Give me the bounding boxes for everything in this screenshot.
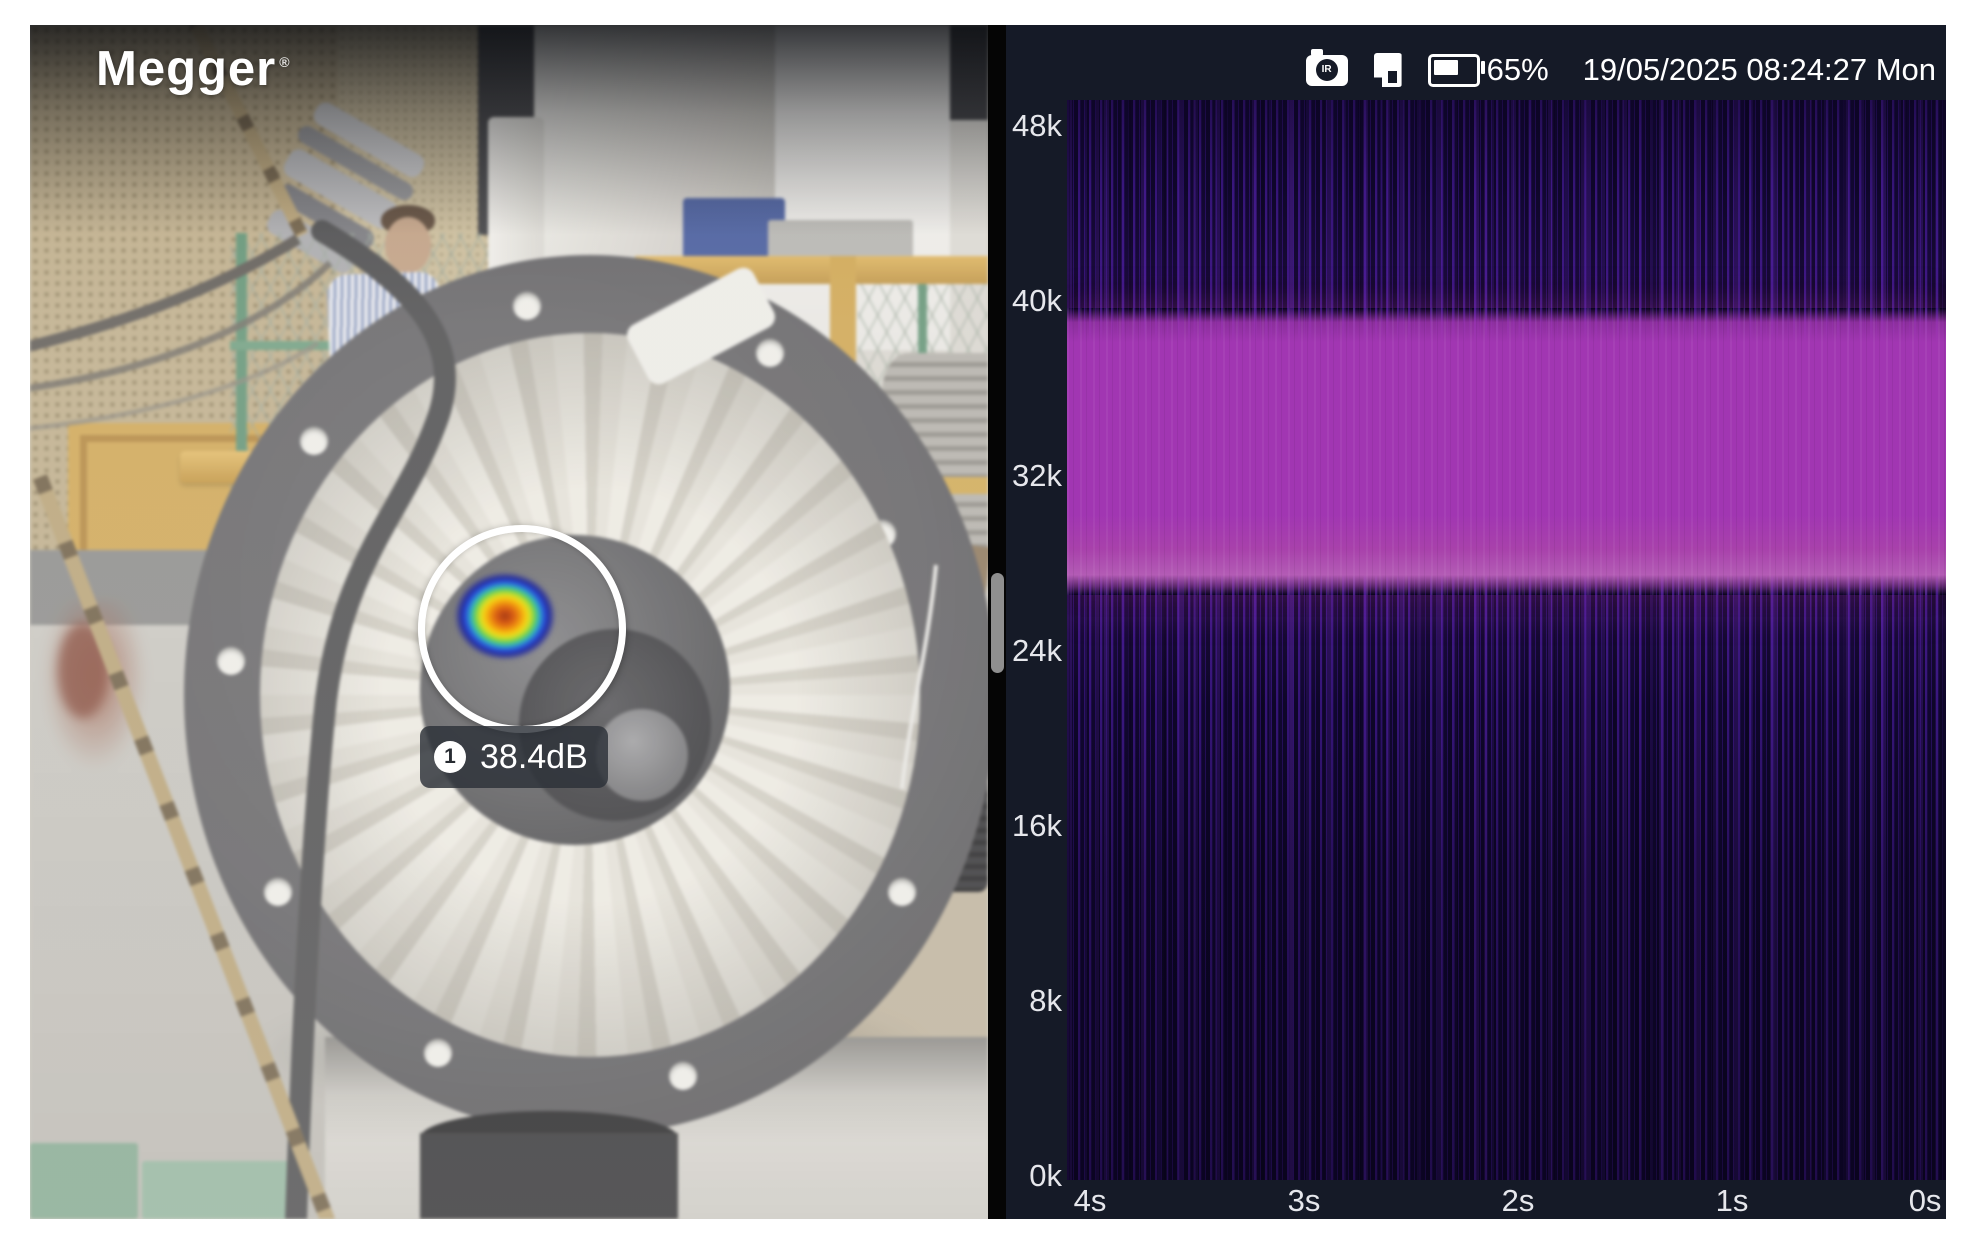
battery-fill xyxy=(1434,60,1458,75)
intensity-shading xyxy=(1067,100,1946,1180)
spectrogram-plot[interactable] xyxy=(1067,100,1946,1180)
measurement-badge: 1 xyxy=(434,741,466,773)
freq-label-8k: 8k xyxy=(1006,984,1062,1018)
acoustic-camera-app: Megger® 1 38.4dB IR 65% 19/05/2025 08:24… xyxy=(0,0,1982,1245)
battery-percent: 65% xyxy=(1487,52,1549,88)
freq-label-24k: 24k xyxy=(1006,634,1062,668)
battery-icon xyxy=(1428,54,1480,87)
measurement-label[interactable]: 1 38.4dB xyxy=(420,726,608,788)
freq-label-48k: 48k xyxy=(1006,109,1062,143)
freq-label-16k: 16k xyxy=(1006,809,1062,843)
battery-nub xyxy=(1481,61,1485,74)
measurement-ring[interactable] xyxy=(418,525,626,733)
freq-label-40k: 40k xyxy=(1006,284,1062,318)
time-label-1s: 1s xyxy=(1716,1183,1749,1219)
time-label-0s: 0s xyxy=(1909,1183,1942,1219)
panel-divider xyxy=(988,25,1006,1219)
status-bar: IR 65% 19/05/2025 08:24:27 Mon xyxy=(1306,52,1936,88)
megger-logo: Megger® xyxy=(96,41,291,97)
measurement-value: 38.4dB xyxy=(480,726,588,788)
freq-label-32k: 32k xyxy=(1006,459,1062,493)
high-intensity-band xyxy=(1067,308,1946,595)
camera-lens-icon: IR xyxy=(1316,59,1338,81)
freq-label-0k: 0k xyxy=(1006,1159,1062,1193)
ir-camera-icon: IR xyxy=(1306,55,1348,86)
time-label-3s: 3s xyxy=(1288,1183,1321,1219)
time-label-2s: 2s xyxy=(1502,1183,1535,1219)
spectrogram-panel[interactable]: IR 65% 19/05/2025 08:24:27 Mon 48k 40k 3… xyxy=(1006,25,1946,1219)
sd-card-icon xyxy=(1374,53,1402,87)
time-label-4s: 4s xyxy=(1074,1183,1107,1219)
divider-handle[interactable] xyxy=(991,573,1004,673)
trademark-mark: ® xyxy=(279,54,290,70)
datetime-text: 19/05/2025 08:24:27 Mon xyxy=(1583,52,1936,88)
camera-panel[interactable]: Megger® 1 38.4dB xyxy=(30,25,988,1219)
